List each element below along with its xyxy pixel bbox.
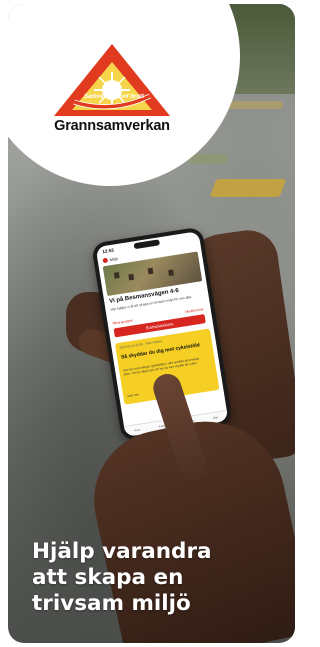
status-time: 12:53 xyxy=(102,247,115,255)
brand-name: Grannsamverkan xyxy=(54,118,170,134)
logo-slogan: Samverkan mot brott xyxy=(83,94,144,100)
phone-notch xyxy=(133,239,161,250)
app-logo-icon xyxy=(102,257,109,264)
members-link[interactable]: Medlemmar xyxy=(185,307,204,314)
tagline-line-3: trivsam miljö xyxy=(32,591,191,616)
my-groups-link[interactable]: Mina grupper xyxy=(112,318,133,325)
app-header: Miljö xyxy=(102,256,119,264)
building-window xyxy=(128,273,135,281)
screenshot-card: Samverkan mot brott Grannsamverkan 12:53… xyxy=(8,4,295,643)
building-window xyxy=(168,269,174,277)
nav-item-home[interactable]: Hem xyxy=(134,428,141,433)
promo-tagline: Hjälp varandra att skapa en trivsam milj… xyxy=(32,539,272,617)
building-window xyxy=(113,271,120,279)
warning-triangle-logo xyxy=(54,44,170,116)
background-road-marking xyxy=(223,101,283,109)
tagline-line-2: att skapa en xyxy=(32,565,184,590)
tagline-line-1: Hjälp varandra xyxy=(32,539,212,564)
nav-item-more[interactable]: Mer xyxy=(213,415,219,420)
building-window xyxy=(147,267,154,275)
background-road-marking xyxy=(209,179,287,197)
news-read-more[interactable]: Visa mer xyxy=(127,392,139,398)
app-header-label: Miljö xyxy=(109,256,119,263)
background-road-marking xyxy=(188,154,228,164)
